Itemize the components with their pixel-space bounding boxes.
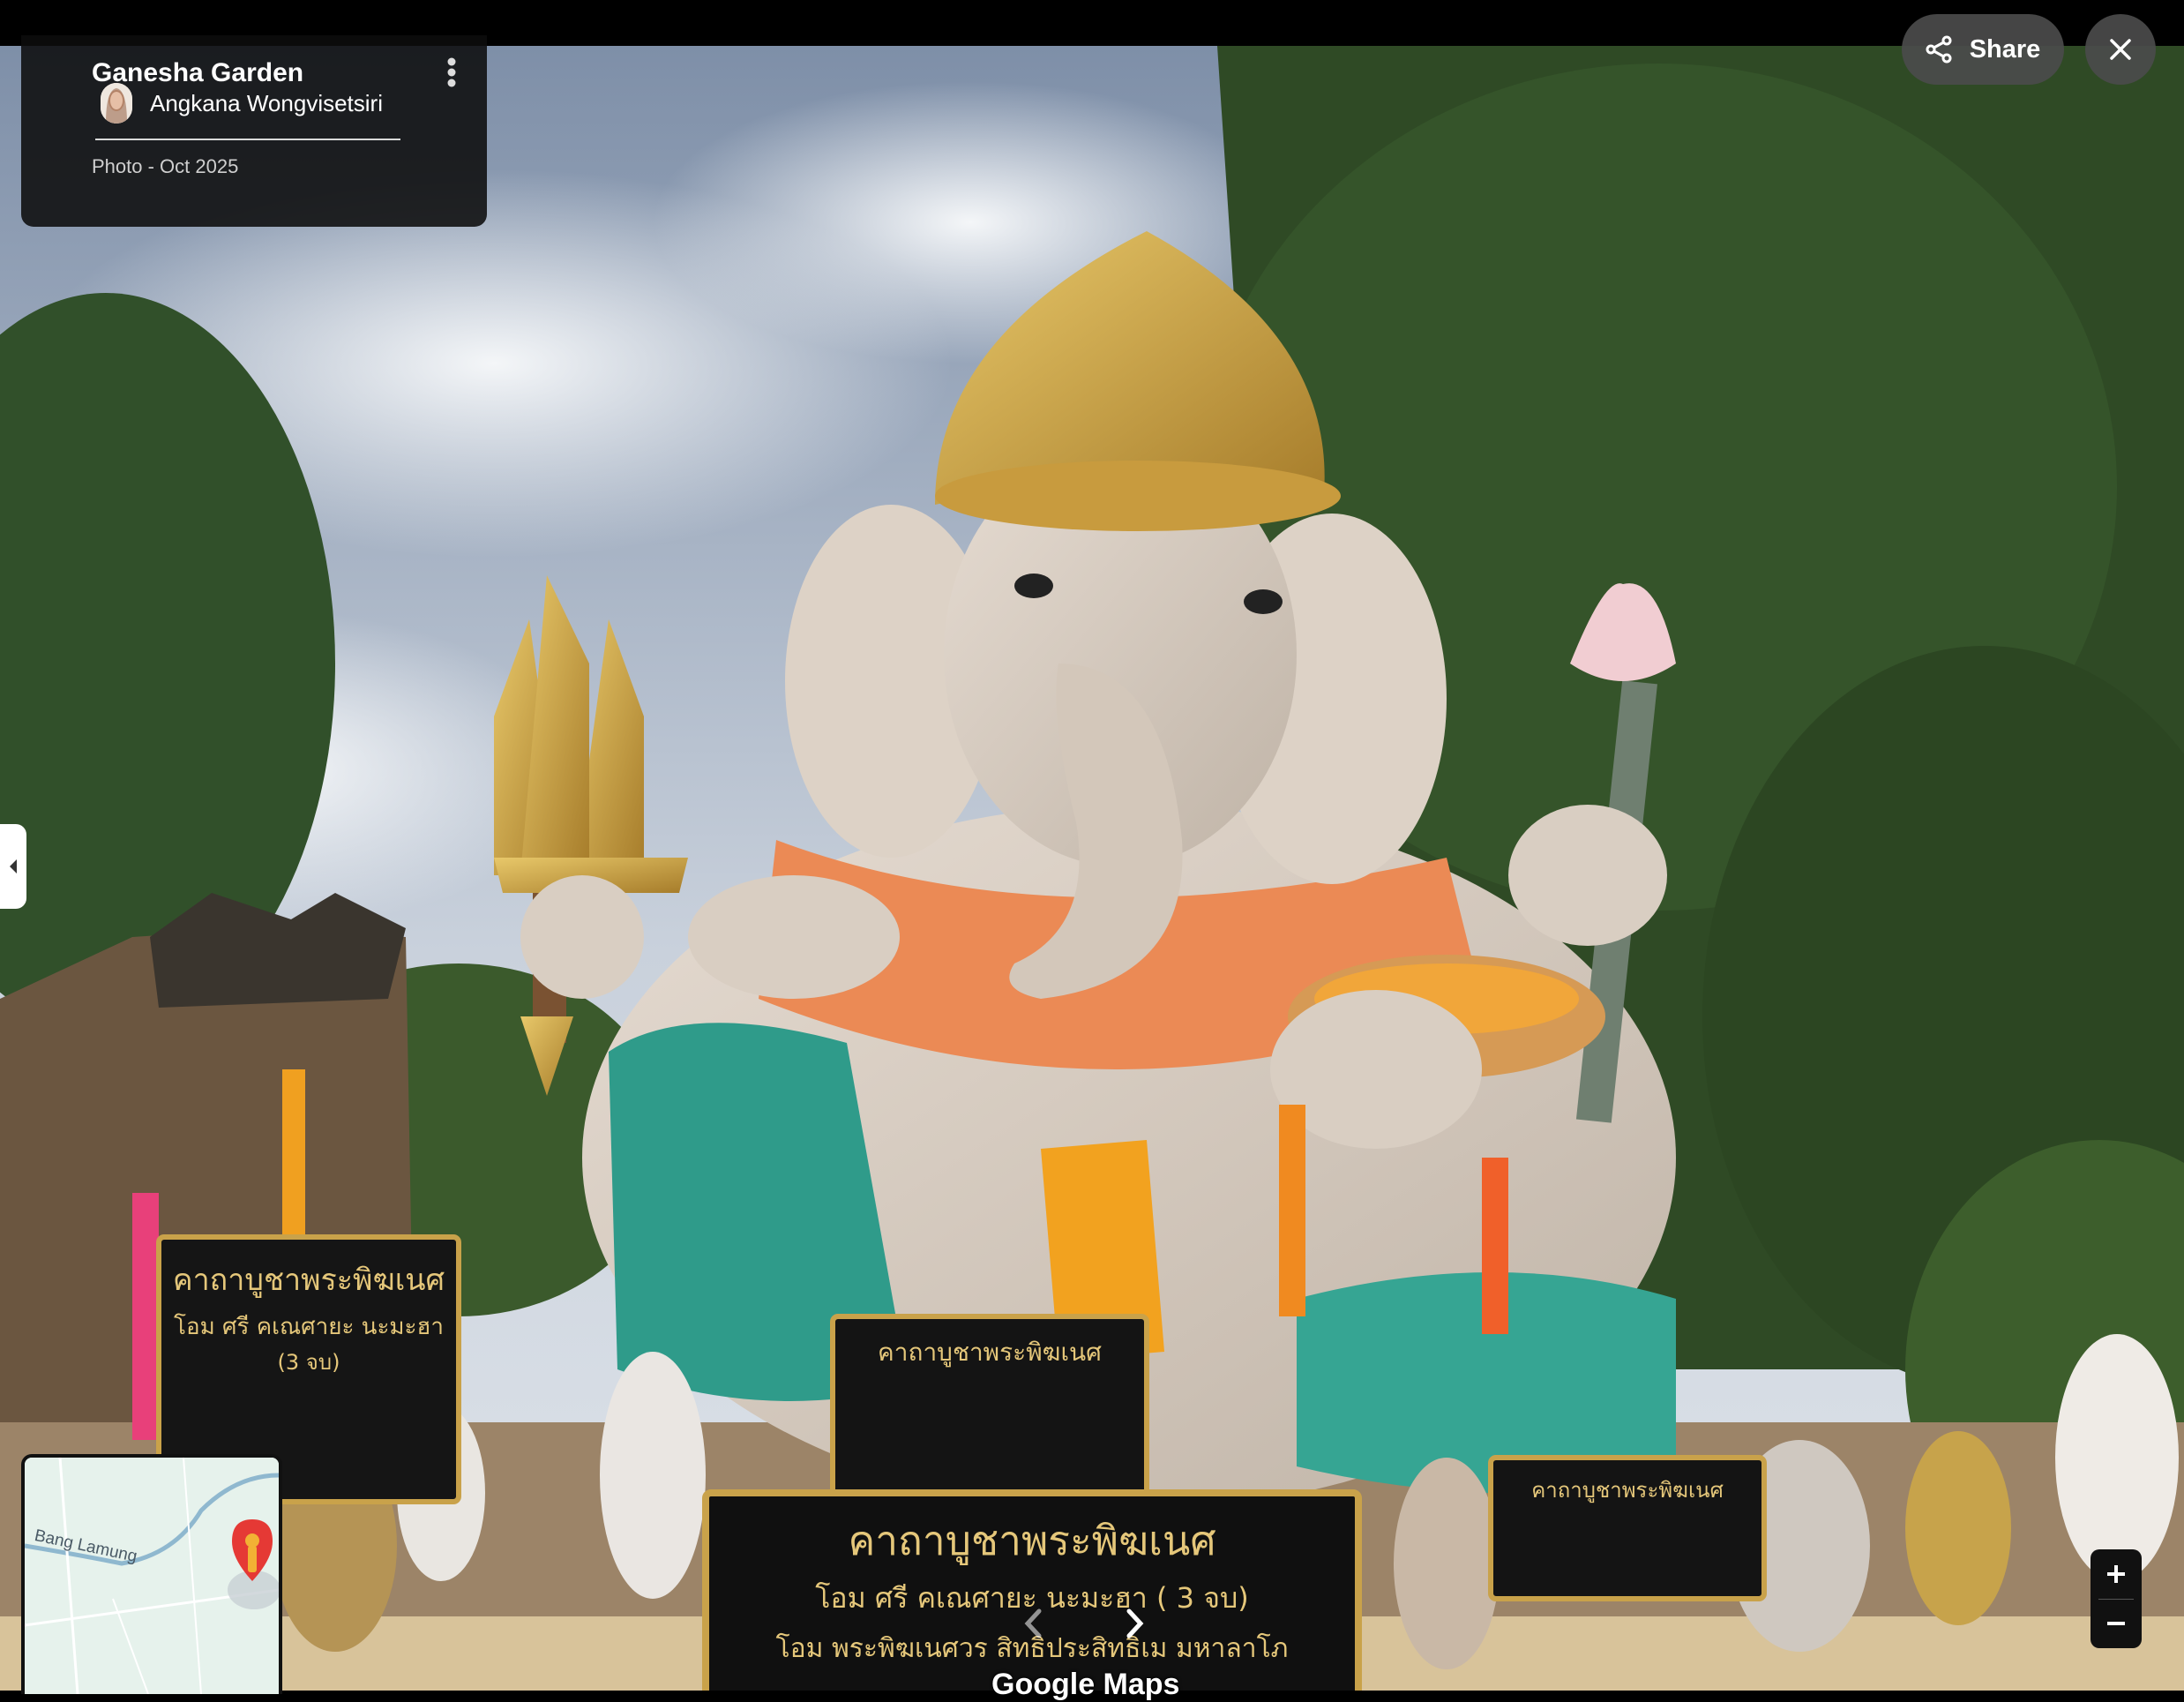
sign-left-line2: (3 จบ) [278, 1350, 340, 1375]
close-icon [2110, 39, 2131, 60]
next-photo-button[interactable] [1113, 1597, 1157, 1650]
sign-left-title: คาถาบูชาพระพิฆเนศ [173, 1263, 445, 1298]
photo-viewer[interactable]: คาถาบูชาพระพิฆเนศ โอม ศรี คเณศายะ นะมะฮา… [0, 46, 2184, 1691]
chevron-left-icon [10, 859, 17, 873]
sign-left-line1: โอม ศรี คเณศายะ นะมะฮา [174, 1313, 444, 1340]
collapse-panel-button[interactable] [0, 824, 26, 909]
minus-icon [2107, 1622, 2125, 1626]
previous-photo-button[interactable] [1011, 1597, 1055, 1650]
author-link[interactable]: Angkana Wongvisetsiri [101, 83, 383, 124]
author-name: Angkana Wongvisetsiri [150, 89, 383, 116]
photo[interactable]: คาถาบูชาพระพิฆเนศ โอม ศรี คเณศายะ นะมะฮา… [0, 46, 2184, 1691]
chevron-right-icon [1126, 1608, 1144, 1638]
share-label: Share [1969, 34, 2041, 64]
share-button[interactable]: Share [1902, 14, 2064, 85]
share-icon [1926, 35, 1952, 64]
mini-map[interactable]: Bang Lamung [21, 1454, 282, 1694]
zoom-control [2091, 1549, 2142, 1648]
close-button[interactable] [2085, 14, 2156, 85]
google-maps-watermark: Google Maps [991, 1668, 1180, 1701]
sign-right-title: คาถาบูชาพระพิฆเนศ [1531, 1478, 1724, 1503]
chevron-left-icon [1024, 1608, 1042, 1638]
plus-icon [2107, 1564, 2125, 1583]
photo-info-card: Ganesha Garden Angkana Wongvisetsiri Pho… [21, 35, 487, 227]
more-options-button[interactable] [427, 48, 476, 97]
zoom-out-button[interactable] [2091, 1599, 2142, 1648]
zoom-in-button[interactable] [2091, 1549, 2142, 1599]
more-vert-icon [447, 57, 456, 87]
sign-main-title: คาถาบูชาพระพิฆเนศ [848, 1517, 1215, 1565]
avatar [101, 83, 132, 124]
divider [95, 139, 400, 140]
photo-date: Photo - Oct 2025 [92, 155, 239, 177]
sign-center-title: คาถาบูชาพระพิฆเนศ [878, 1338, 1102, 1368]
